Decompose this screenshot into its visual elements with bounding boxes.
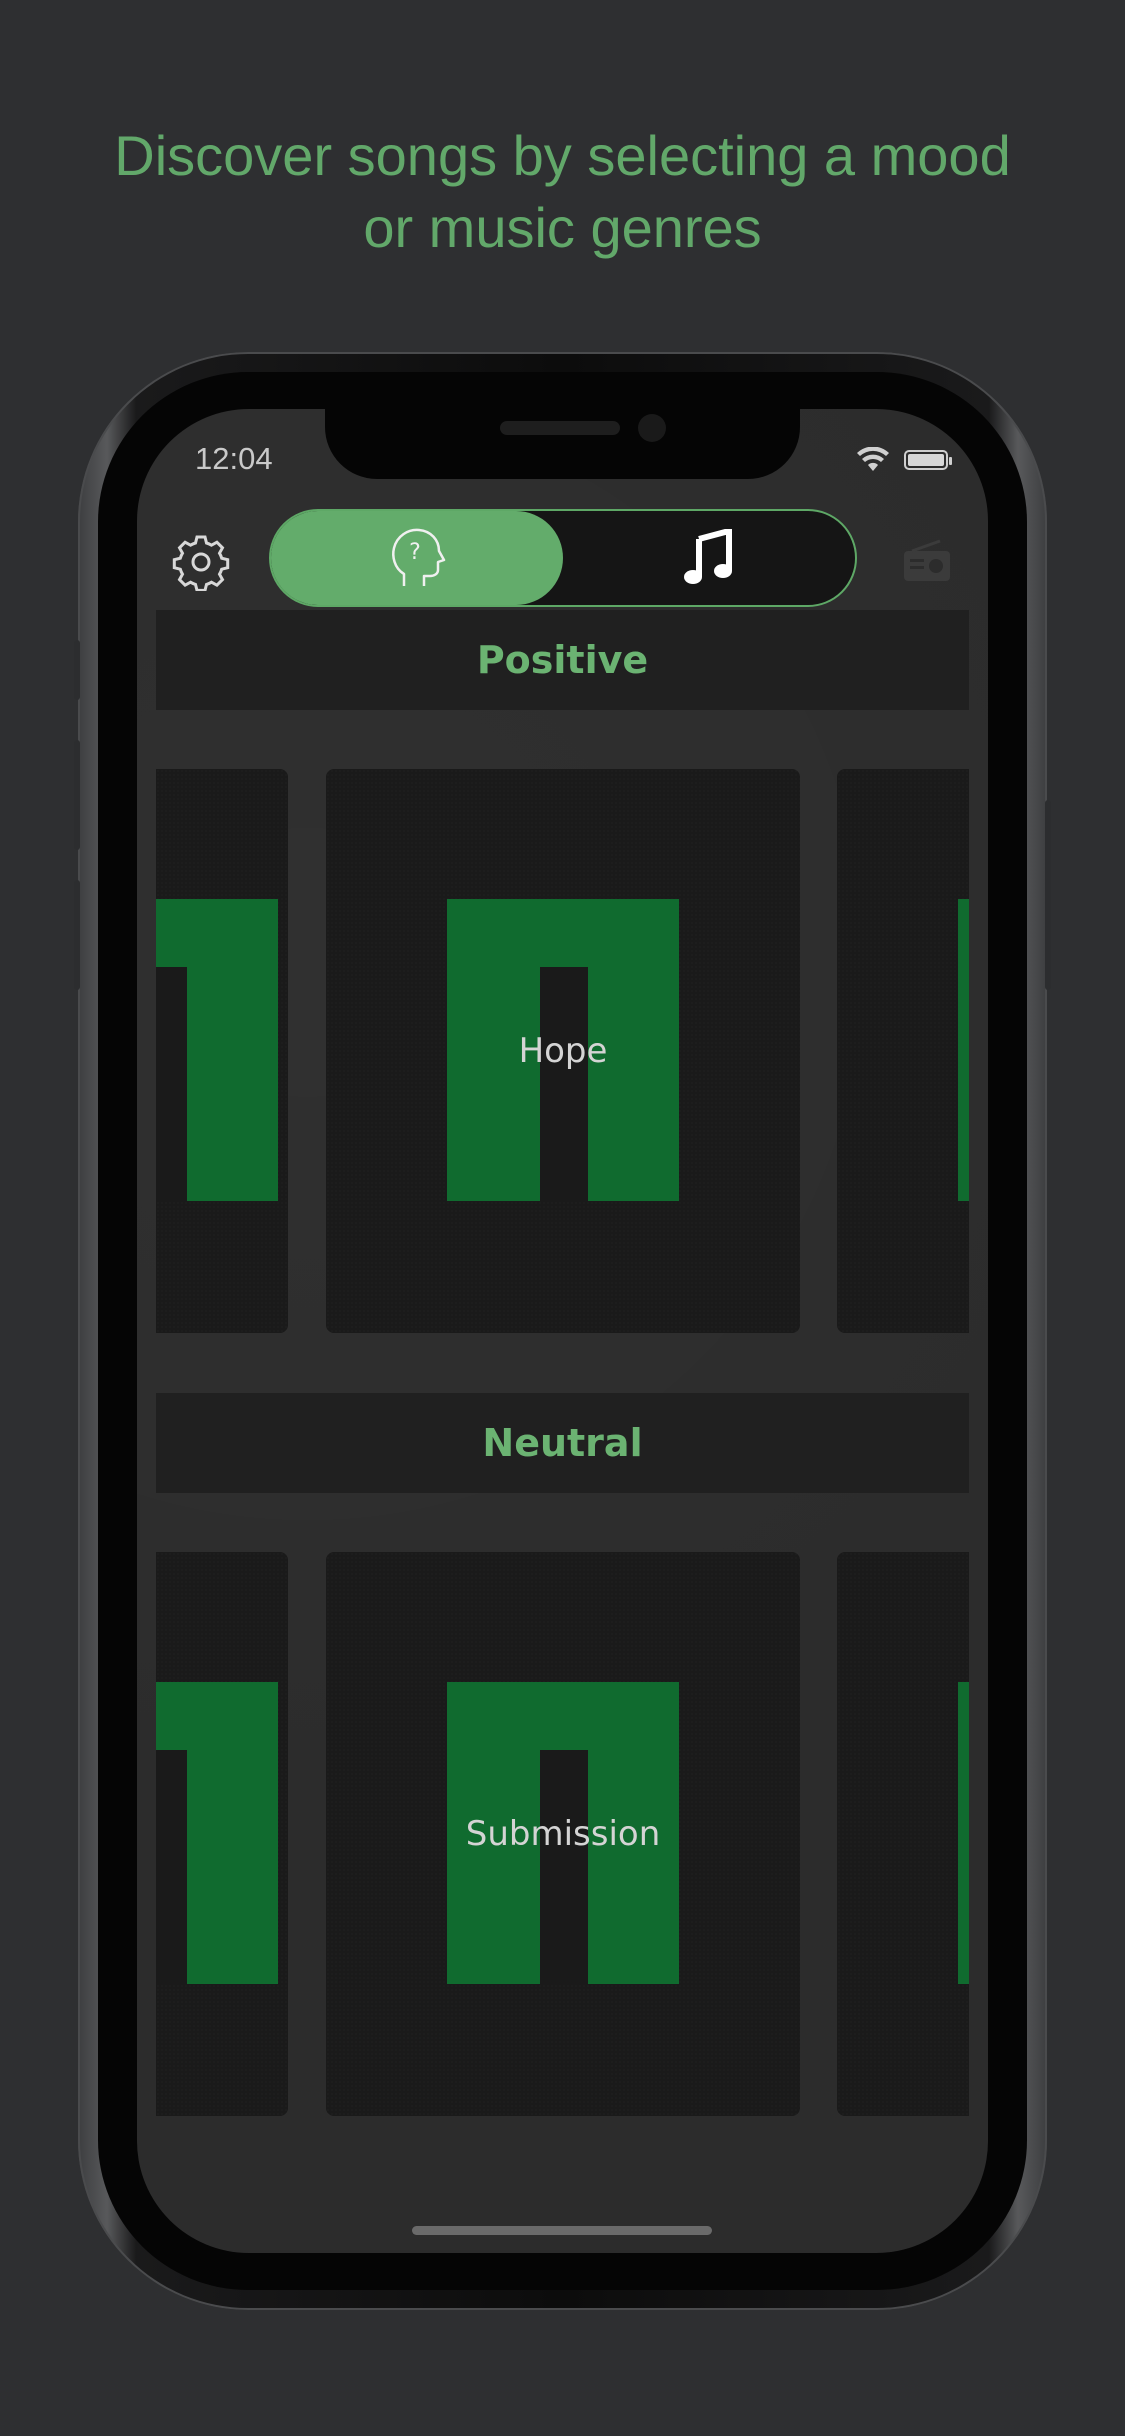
mood-card-hope[interactable]: Hope [326,769,800,1333]
speaker-grille [500,421,620,435]
mode-segmented-control: ? [269,509,857,607]
segment-genre[interactable] [563,511,853,605]
carousel-neutral[interactable]: y Submission [156,1552,969,2116]
promo-headline: Discover songs by selecting a mood or mu… [0,120,1125,264]
card-art [958,899,969,1201]
radio-icon[interactable] [902,539,952,583]
notch [325,409,800,479]
phone-mute-switch [74,640,80,700]
status-time: 12:04 [195,441,273,476]
phone-volume-up [74,740,80,850]
card-art [156,899,278,1201]
promo-headline-line1: Discover songs by selecting a mood [114,124,1011,187]
music-note-icon [684,529,732,584]
home-indicator[interactable] [412,2226,712,2235]
gear-icon[interactable] [172,533,230,591]
head-question-icon: ? [392,528,446,586]
section-header-positive: Positive [156,610,969,710]
phone-volume-down [74,880,80,990]
mood-card[interactable] [837,1552,969,2116]
card-art [958,1682,969,1984]
mood-card[interactable] [156,769,288,1333]
section-header-neutral: Neutral [156,1393,969,1493]
carousel-positive[interactable]: Hope [156,769,969,1333]
app-screen: 12:04 ? Positive Hope Neutral Submission [137,409,988,2253]
battery-icon [904,450,952,470]
wifi-icon [857,447,889,471]
front-camera [638,414,666,442]
battery-level [908,454,944,466]
status-icons [856,447,952,473]
mood-card[interactable] [837,769,969,1333]
svg-text:?: ? [409,540,421,565]
card-art [156,1682,278,1984]
phone-power-button [1045,800,1051,990]
mood-card-submission[interactable]: Submission [326,1552,800,2116]
mood-card[interactable]: y [156,1552,288,2116]
promo-headline-line2: or music genres [363,196,762,259]
card-label: Hope [518,1031,608,1071]
card-label: Submission [465,1814,661,1854]
segment-mood[interactable]: ? [271,511,561,605]
